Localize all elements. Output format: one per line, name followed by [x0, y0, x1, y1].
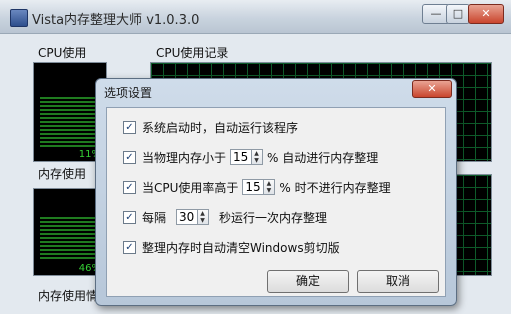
spin-up-icon[interactable]: ▲: [252, 150, 261, 157]
interval-spin-arrows[interactable]: ▲ ▼: [198, 209, 210, 225]
cpu-threshold-checkbox[interactable]: ✓: [123, 180, 136, 194]
cpu-usage-bars: [40, 97, 100, 147]
low-memory-prefix: 当物理内存小于: [142, 150, 227, 165]
dialog-body: ✓ 系统启动时，自动运行该程序 ✓ 当物理内存小于 ▲ ▼ % 自动进行内存整理…: [106, 107, 446, 297]
low-memory-spinner[interactable]: ▲ ▼: [230, 149, 264, 165]
cancel-button[interactable]: 取消: [357, 270, 439, 293]
options-dialog: 选项设置 ✕ ✓ 系统启动时，自动运行该程序 ✓ 当物理内存小于 ▲ ▼ % 自…: [95, 78, 457, 306]
ok-button[interactable]: 确定: [267, 270, 349, 293]
memory-usage-bars: [40, 217, 100, 261]
interval-prefix: 每隔: [142, 210, 167, 225]
title-bar: Vista内存整理大师 v1.0.3.0 — □ ✕: [0, 0, 511, 34]
spin-up-icon[interactable]: ▲: [198, 210, 207, 217]
cpu-usage-label: CPU使用: [38, 46, 87, 60]
interval-checkbox[interactable]: ✓: [123, 210, 136, 224]
app-icon: [10, 9, 28, 27]
option-low-memory: ✓ 当物理内存小于 ▲ ▼ % 自动进行内存整理: [123, 147, 378, 167]
memory-usage-label: 内存使用: [38, 167, 87, 181]
spin-down-icon[interactable]: ▼: [198, 217, 207, 224]
option-autostart: ✓ 系统启动时，自动运行该程序: [123, 117, 298, 137]
low-memory-checkbox[interactable]: ✓: [123, 150, 136, 164]
maximize-button[interactable]: □: [446, 4, 470, 24]
option-cpu-threshold: ✓ 当CPU使用率高于 ▲ ▼ % 时不进行内存整理: [123, 177, 391, 197]
cpu-threshold-spinner[interactable]: ▲ ▼: [242, 179, 276, 195]
clear-clipboard-label: 整理内存时自动清空Windows剪切版: [142, 240, 340, 255]
cpu-threshold-suffix: % 时不进行内存整理: [279, 180, 391, 195]
memory-history-label: 内存使用情: [38, 289, 99, 303]
option-interval: ✓ 每隔 ▲ ▼ 秒运行一次内存整理: [123, 207, 327, 227]
spin-down-icon[interactable]: ▼: [252, 157, 261, 164]
dialog-title: 选项设置: [104, 86, 153, 100]
low-memory-suffix: % 自动进行内存整理: [267, 150, 379, 165]
cpu-history-label: CPU使用记录: [156, 46, 229, 60]
low-memory-spin-arrows[interactable]: ▲ ▼: [252, 149, 264, 165]
cpu-threshold-spin-arrows[interactable]: ▲ ▼: [264, 179, 276, 195]
autostart-label: 系统启动时，自动运行该程序: [142, 120, 299, 135]
dialog-close-button[interactable]: ✕: [412, 80, 452, 98]
cpu-threshold-input[interactable]: [242, 179, 265, 195]
autostart-checkbox[interactable]: ✓: [123, 120, 136, 134]
close-button[interactable]: ✕: [468, 4, 504, 24]
spin-up-icon[interactable]: ▲: [264, 180, 273, 187]
interval-spinner[interactable]: ▲ ▼: [176, 209, 210, 225]
window-title: Vista内存整理大师 v1.0.3.0: [32, 13, 200, 28]
interval-suffix: 秒运行一次内存整理: [219, 210, 328, 225]
interval-input[interactable]: [176, 209, 199, 225]
option-clear-clipboard: ✓ 整理内存时自动清空Windows剪切版: [123, 237, 340, 257]
low-memory-input[interactable]: [230, 149, 253, 165]
spin-down-icon[interactable]: ▼: [264, 187, 273, 194]
cpu-threshold-prefix: 当CPU使用率高于: [142, 180, 239, 195]
clear-clipboard-checkbox[interactable]: ✓: [123, 240, 136, 254]
